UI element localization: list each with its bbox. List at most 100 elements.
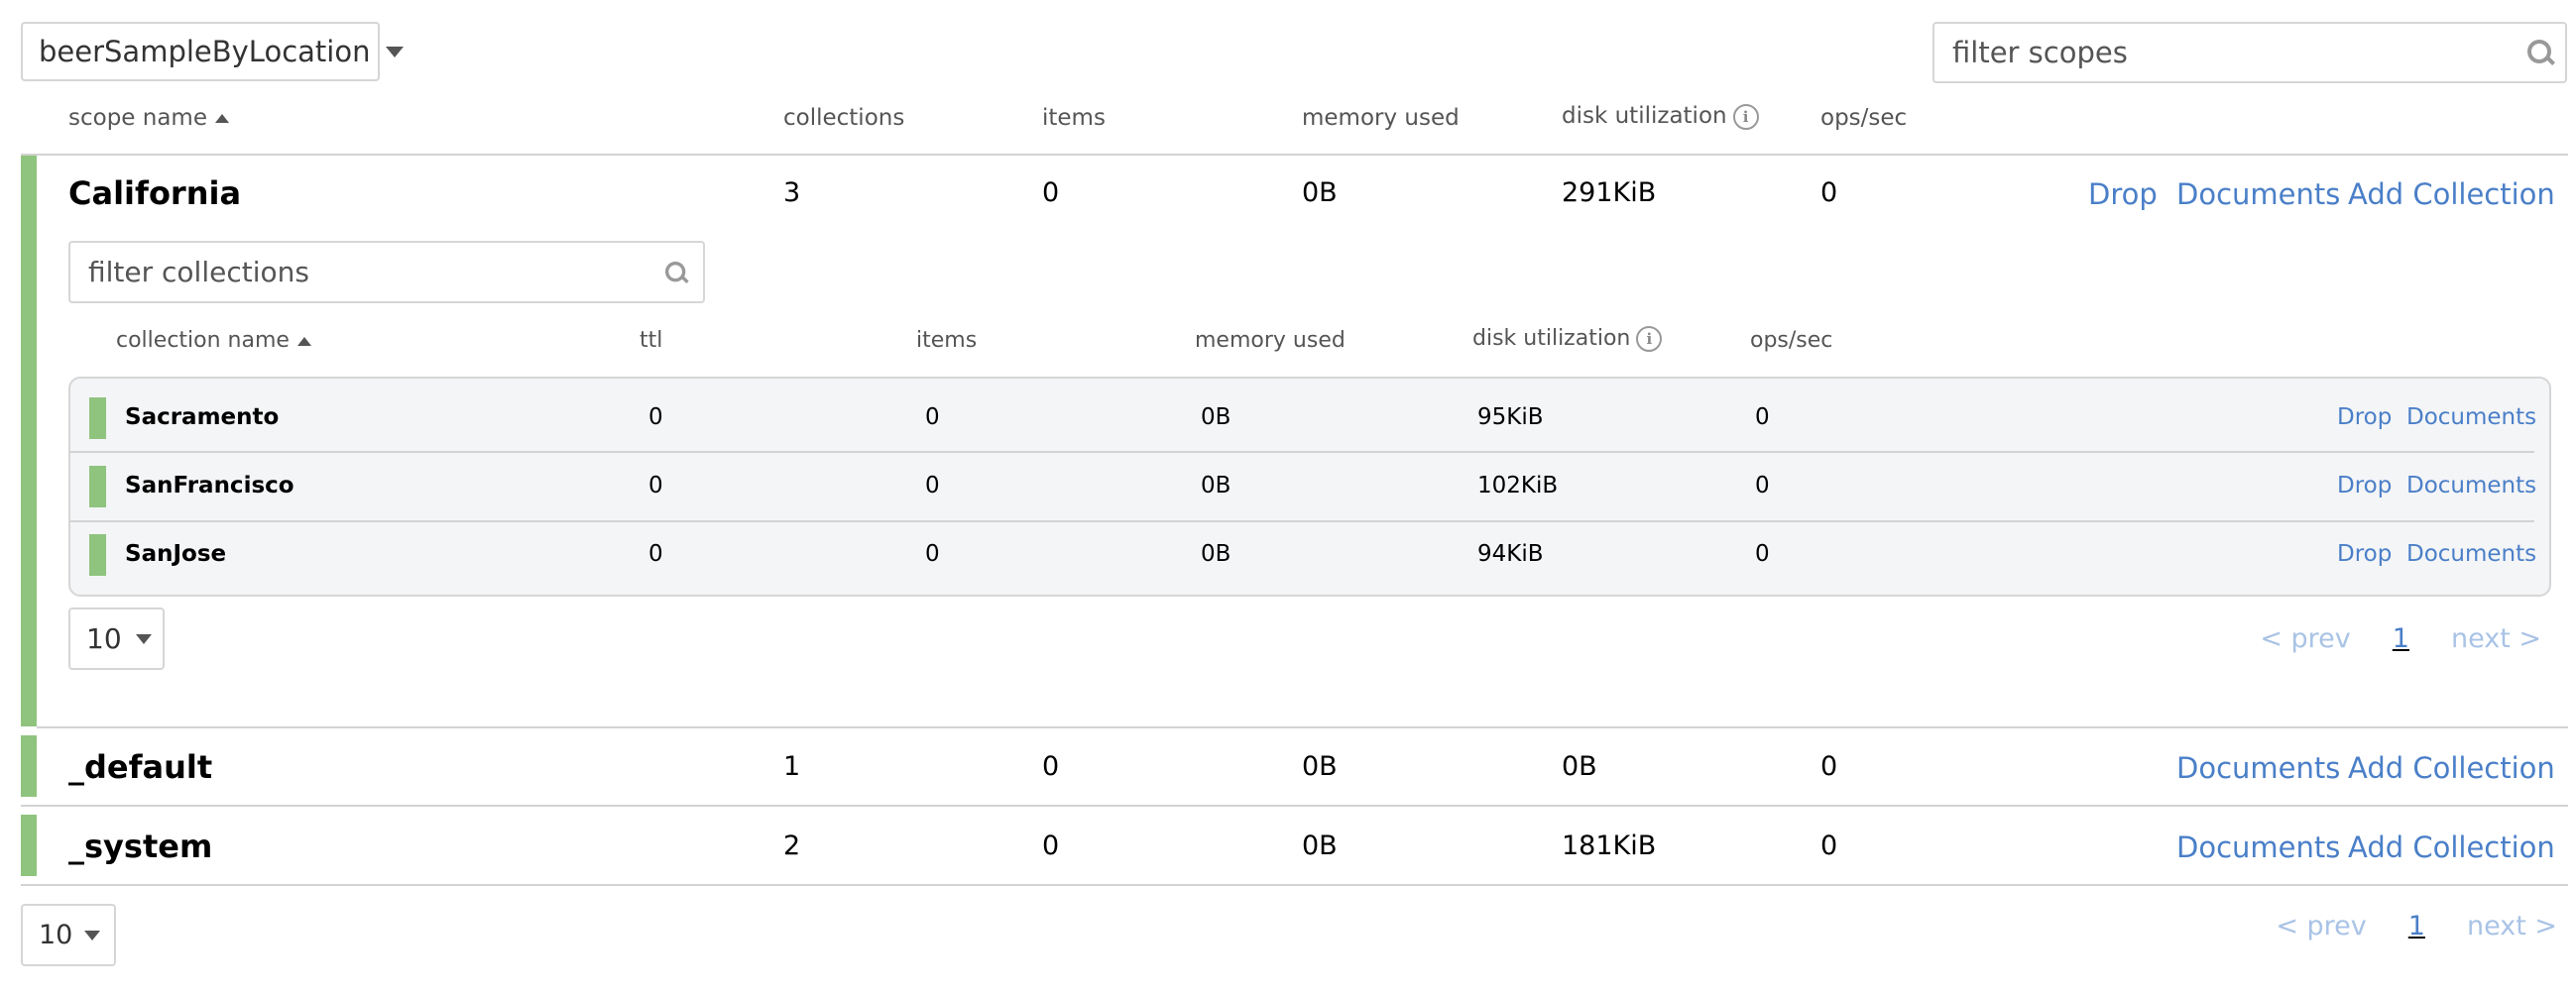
current-page-link[interactable]: 1	[2408, 911, 2425, 941]
page-size-value: 10	[39, 920, 73, 950]
collection-filter-placeholder: filter collections	[88, 256, 309, 288]
next-page-link[interactable]: next >	[2451, 623, 2541, 654]
header-scope-name-label: scope name	[68, 105, 207, 131]
bucket-select-value: beerSampleByLocation	[39, 35, 371, 68]
scope-page-size-select[interactable]: 10	[21, 904, 116, 966]
search-icon	[2527, 40, 2553, 65]
collection-page-size-select[interactable]: 10	[68, 608, 165, 670]
collection-ops: 0	[1755, 541, 1770, 567]
scope-pagination: < prev 1 next >	[2276, 911, 2557, 941]
page-size-value: 10	[86, 622, 122, 655]
header-collection-name[interactable]: collection name	[116, 328, 311, 353]
header-disk-label: disk utilization	[1562, 103, 1727, 129]
divider	[21, 154, 2568, 156]
header-disk-utilization[interactable]: disk utilization i	[1562, 103, 1759, 130]
divider	[21, 805, 2568, 807]
collection-status-bar	[89, 466, 106, 507]
drop-scope-link[interactable]: Drop	[2088, 177, 2158, 211]
scope-status-bar	[21, 815, 37, 876]
documents-link[interactable]: Documents	[2176, 830, 2340, 864]
prev-page-link[interactable]: < prev	[2260, 623, 2350, 654]
collection-ops: 0	[1755, 404, 1770, 430]
header-scope-name[interactable]: scope name	[68, 105, 229, 131]
collection-disk: 95KiB	[1477, 404, 1544, 430]
documents-link[interactable]: Documents	[2176, 177, 2340, 211]
scope-status-bar	[21, 735, 37, 797]
collection-ttl: 0	[648, 473, 663, 498]
chevron-down-icon	[386, 46, 405, 57]
documents-link[interactable]: Documents	[2406, 541, 2536, 567]
scope-filter-input[interactable]: filter scopes	[1932, 22, 2567, 83]
collection-pagination: < prev 1 next >	[2260, 623, 2541, 654]
scope-disk: 181KiB	[1562, 830, 1657, 861]
header-items[interactable]: items	[916, 328, 977, 353]
info-icon[interactable]: i	[1636, 326, 1663, 352]
documents-link[interactable]: Documents	[2406, 404, 2536, 430]
collection-ops: 0	[1755, 473, 1770, 498]
chevron-down-icon	[135, 633, 152, 644]
header-items[interactable]: items	[1042, 105, 1106, 131]
header-collections[interactable]: collections	[783, 105, 904, 131]
divider	[21, 884, 2568, 886]
collection-name[interactable]: Sacramento	[125, 404, 279, 430]
collection-memory: 0B	[1201, 541, 1231, 567]
bucket-select[interactable]: beerSampleByLocation	[21, 22, 405, 81]
header-ops-sec[interactable]: ops/sec	[1820, 105, 1907, 131]
header-memory-used[interactable]: memory used	[1302, 105, 1460, 131]
divider	[37, 726, 2568, 728]
header-disk-utilization[interactable]: disk utilization i	[1472, 326, 1663, 352]
header-ttl[interactable]: ttl	[640, 328, 662, 353]
drop-collection-link[interactable]: Drop	[2337, 473, 2392, 498]
collection-items: 0	[925, 404, 940, 430]
scope-disk: 291KiB	[1562, 177, 1657, 208]
drop-collection-link[interactable]: Drop	[2337, 404, 2392, 430]
header-memory-used[interactable]: memory used	[1195, 328, 1346, 353]
prev-page-link[interactable]: < prev	[2276, 911, 2366, 941]
add-collection-link[interactable]: Add Collection	[2348, 751, 2555, 785]
chevron-down-icon	[84, 930, 101, 941]
collection-disk: 94KiB	[1477, 541, 1544, 567]
add-collection-link[interactable]: Add Collection	[2348, 830, 2555, 864]
header-ops-sec[interactable]: ops/sec	[1750, 328, 1832, 353]
collection-name[interactable]: SanJose	[125, 541, 226, 567]
scope-name[interactable]: _default	[68, 748, 212, 786]
scope-ops: 0	[1820, 751, 1838, 782]
add-collection-link[interactable]: Add Collection	[2348, 177, 2555, 211]
collection-status-bar	[89, 534, 106, 576]
documents-link[interactable]: Documents	[2406, 473, 2536, 498]
scope-name[interactable]: California	[68, 174, 241, 212]
scope-disk: 0B	[1562, 751, 1597, 782]
scope-ops: 0	[1820, 177, 1838, 208]
documents-link[interactable]: Documents	[2176, 751, 2340, 785]
scope-ops: 0	[1820, 830, 1838, 861]
scope-name[interactable]: _system	[68, 828, 212, 865]
collection-items: 0	[925, 473, 940, 498]
collections-table	[68, 377, 2551, 597]
scope-collections: 2	[783, 830, 801, 861]
current-page-link[interactable]: 1	[2393, 623, 2409, 654]
collection-memory: 0B	[1201, 404, 1231, 430]
divider	[70, 451, 2534, 453]
scope-items: 0	[1042, 177, 1060, 208]
collection-items: 0	[925, 541, 940, 567]
scope-collections: 3	[783, 177, 801, 208]
sort-ascending-icon	[215, 114, 229, 123]
scope-items: 0	[1042, 830, 1060, 861]
collection-filter-input[interactable]: filter collections	[68, 241, 705, 303]
sort-ascending-icon	[296, 336, 311, 346]
header-collection-name-label: collection name	[116, 328, 290, 353]
collection-ttl: 0	[648, 541, 663, 567]
drop-collection-link[interactable]: Drop	[2337, 541, 2392, 567]
info-icon[interactable]: i	[1732, 103, 1759, 130]
scope-status-bar	[21, 156, 37, 726]
search-icon	[664, 261, 687, 282]
collection-disk: 102KiB	[1477, 473, 1559, 498]
scope-memory: 0B	[1302, 751, 1338, 782]
collection-status-bar	[89, 397, 106, 439]
scope-items: 0	[1042, 751, 1060, 782]
collection-name[interactable]: SanFrancisco	[125, 473, 294, 498]
scope-filter-placeholder: filter scopes	[1952, 36, 2128, 69]
scope-collections: 1	[783, 751, 801, 782]
divider	[70, 520, 2534, 522]
next-page-link[interactable]: next >	[2467, 911, 2557, 941]
